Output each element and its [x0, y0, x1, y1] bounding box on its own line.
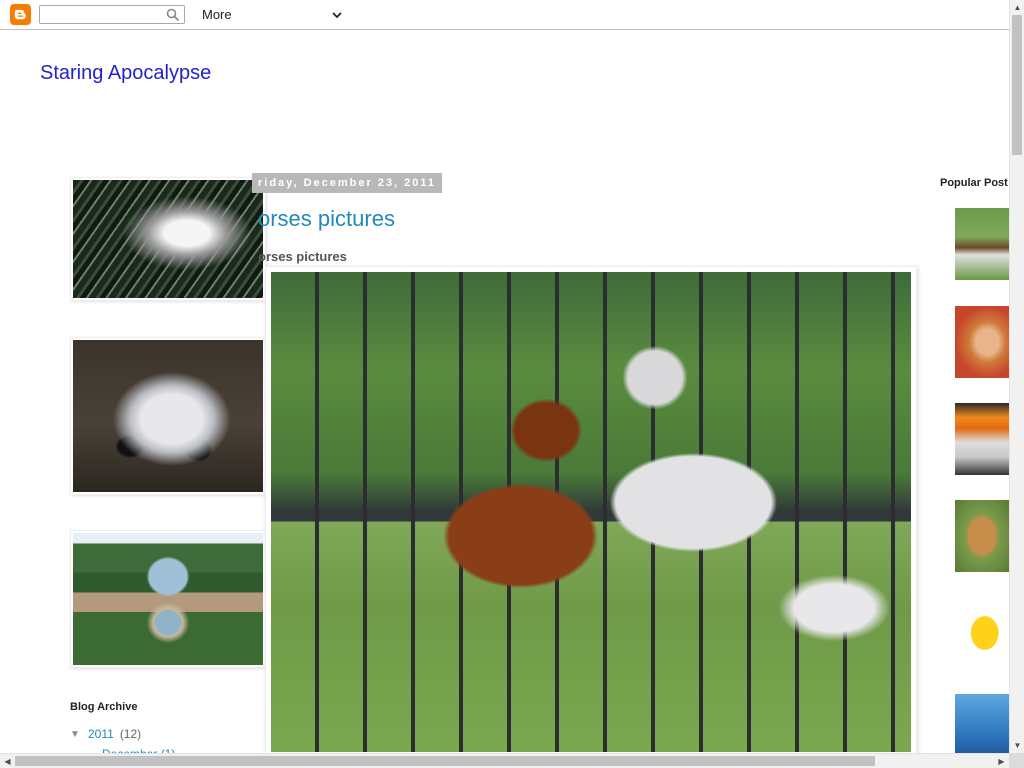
- search-icon[interactable]: [166, 8, 180, 22]
- horizontal-scrollbar-thumb[interactable]: [15, 756, 875, 766]
- more-dropdown-label: More: [202, 7, 232, 22]
- popular-post-thumb[interactable]: [955, 208, 1009, 280]
- scroll-down-arrow-icon[interactable]: ▼: [1010, 738, 1024, 753]
- post-title[interactable]: orses pictures: [258, 206, 395, 232]
- chevron-down-icon: [332, 11, 342, 18]
- scroll-up-arrow-icon[interactable]: ▲: [1010, 0, 1024, 15]
- popular-post-thumb[interactable]: [955, 500, 1009, 572]
- blog-archive-heading: Blog Archive: [70, 701, 138, 713]
- scroll-right-arrow-icon[interactable]: ▶: [994, 754, 1009, 768]
- car-image: [73, 340, 263, 492]
- search-input[interactable]: [44, 6, 164, 24]
- garden-image: [73, 533, 263, 665]
- blogger-navbar: More: [0, 0, 1009, 30]
- sidebar-image-car[interactable]: [70, 337, 266, 495]
- sidebar-image-boat[interactable]: [70, 177, 266, 301]
- scrollbar-corner: [1009, 753, 1024, 768]
- blog-title[interactable]: Staring Apocalypse: [40, 62, 211, 85]
- popular-post-thumb[interactable]: [955, 597, 1009, 669]
- blogger-logo-icon[interactable]: [10, 4, 31, 25]
- horses-image: [271, 272, 911, 752]
- archive-year-row: ▼ 2011 (12): [70, 727, 141, 741]
- archive-year-link[interactable]: 2011: [88, 727, 114, 741]
- vertical-scrollbar[interactable]: ▲ ▼: [1009, 0, 1024, 753]
- scroll-left-arrow-icon[interactable]: ◀: [0, 754, 15, 768]
- post-subtitle: orses pictures: [258, 249, 347, 264]
- archive-year-count: (12): [119, 727, 142, 741]
- more-dropdown[interactable]: More: [196, 5, 346, 24]
- vertical-scrollbar-thumb[interactable]: [1012, 15, 1022, 155]
- post-date-header: riday, December 23, 2011: [252, 173, 443, 193]
- post-image[interactable]: [265, 266, 917, 756]
- search-box[interactable]: [39, 5, 185, 24]
- popular-post-thumb[interactable]: [955, 306, 1009, 378]
- sidebar-image-garden[interactable]: [70, 530, 266, 668]
- boat-image: [73, 180, 263, 298]
- triangle-down-icon[interactable]: ▼: [70, 729, 82, 740]
- horizontal-scrollbar[interactable]: ◀ ▶: [0, 753, 1009, 768]
- popular-posts-heading: Popular Post: [940, 177, 1008, 189]
- popular-post-thumb[interactable]: [955, 403, 1009, 475]
